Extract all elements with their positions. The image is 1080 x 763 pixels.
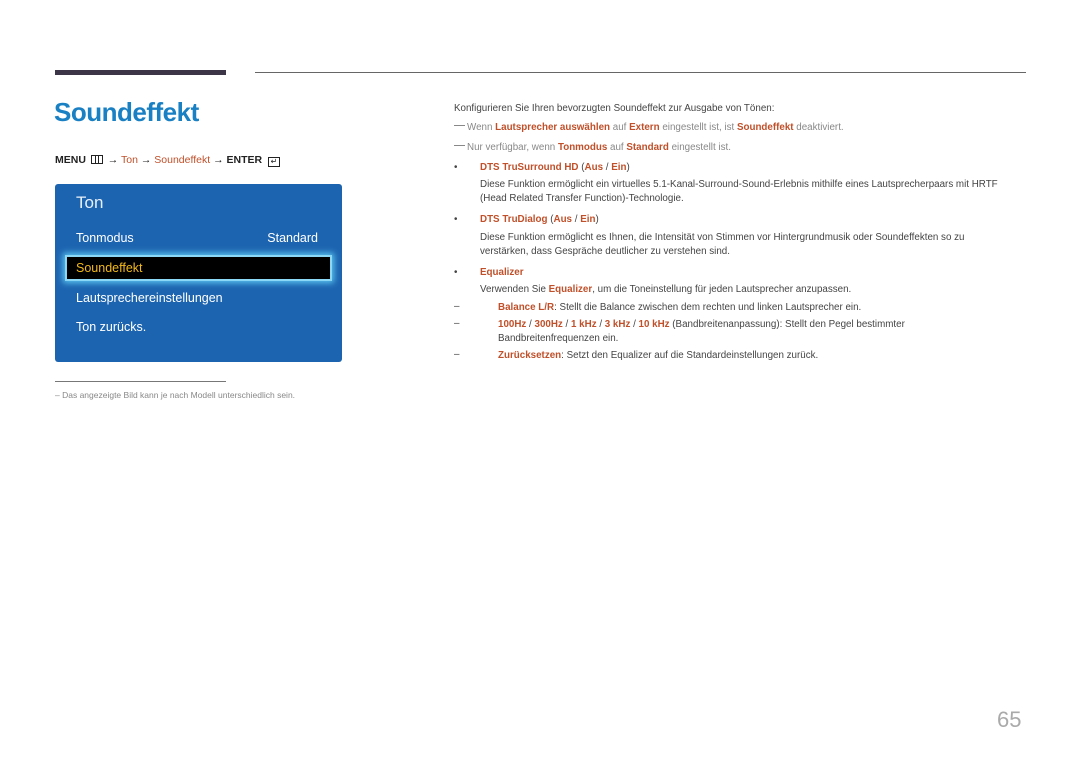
sub-frequencies-line2: Bandbreitenfrequenzen ein.: [498, 333, 619, 344]
bullet-icon: •: [454, 162, 458, 173]
menu-path: MENU → Ton → Soundeffekt → ENTER ↵: [55, 154, 280, 167]
bullet-equalizer: Equalizer: [480, 267, 524, 278]
arrow: →: [213, 154, 224, 166]
arrow: →: [140, 154, 152, 166]
page-title: Soundeffekt: [54, 97, 199, 127]
sub-dash-icon: –: [454, 318, 460, 329]
sub-dash-icon: –: [454, 349, 460, 360]
menu-path-soundeffekt: Soundeffekt: [154, 154, 211, 166]
osd-title: Ton: [76, 193, 104, 212]
menu-path-ton: Ton: [121, 154, 138, 166]
sub-dash-icon: –: [454, 301, 460, 312]
osd-item-label: Tonmodus: [76, 231, 134, 245]
bullet-dts-trusurround: DTS TruSurround HD (Aus / Ein): [480, 162, 630, 173]
note-dash-icon: [454, 125, 465, 126]
sub-reset: Zurücksetzen: Setzt den Equalizer auf di…: [498, 350, 819, 361]
osd-item-lautsprechereinstellungen[interactable]: Lautsprechereinstellungen: [76, 291, 318, 305]
bullet2-desc-line2: verstärken, dass Gespräche deutlicher zu…: [480, 246, 730, 257]
osd-item-tonmodus[interactable]: Tonmodus Standard: [76, 231, 318, 245]
bullet-icon: •: [454, 214, 458, 225]
note-1: Wenn Lautsprecher auswählen auf Extern e…: [454, 121, 844, 134]
header-rule: [255, 72, 1026, 73]
intro-text: Konfigurieren Sie Ihren bevorzugten Soun…: [454, 103, 775, 114]
footnote-rule: [55, 381, 226, 382]
menu-label: MENU: [55, 154, 86, 166]
equalizer-desc: Verwenden Sie Equalizer, um die Toneinst…: [480, 284, 852, 295]
bullet1-desc-line1: Diese Funktion ermöglicht ein virtuelles…: [480, 179, 998, 190]
page-number: 65: [997, 707, 1022, 732]
bullet-dts-trudialog: DTS TruDialog (Aus / Ein): [480, 214, 599, 225]
bullet-icon: •: [454, 267, 458, 278]
enter-label: ENTER: [226, 154, 263, 166]
enter-return-icon: ↵: [268, 157, 280, 167]
sub-frequencies: 100Hz / 300Hz / 1 kHz / 3 kHz / 10 kHz (…: [498, 319, 905, 330]
osd-item-value: Standard: [267, 231, 318, 245]
menu-grid-icon: [90, 155, 103, 164]
osd-item-label: Ton zurücks.: [76, 320, 147, 334]
bullet1-desc-line2: (Head Related Transfer Function)-Technol…: [480, 193, 684, 204]
osd-item-label: Soundeffekt: [76, 261, 143, 275]
bullet2-desc-line1: Diese Funktion ermöglicht es Ihnen, die …: [480, 232, 965, 243]
sub-balance: Balance L/R: Stellt die Balance zwischen…: [498, 302, 862, 313]
note-2: Nur verfügbar, wenn Tonmodus auf Standar…: [454, 141, 731, 154]
footnote: – Das angezeigte Bild kann je nach Model…: [55, 390, 296, 400]
note-dash-icon: [454, 145, 465, 146]
osd-item-ton-zuruecks[interactable]: Ton zurücks.: [76, 320, 318, 334]
arrow: →: [107, 154, 119, 166]
osd-item-soundeffekt-selected[interactable]: Soundeffekt: [65, 255, 332, 281]
osd-item-label: Lautsprechereinstellungen: [76, 291, 223, 305]
header-accent-bar: [55, 70, 226, 75]
osd-menu-panel: Ton Tonmodus Standard Soundeffekt Lautsp…: [55, 184, 342, 362]
